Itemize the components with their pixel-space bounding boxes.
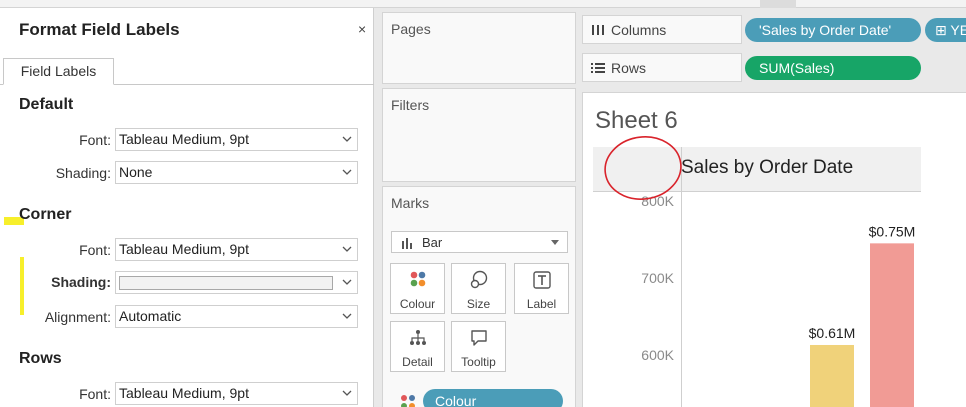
tooltip-bubble-icon xyxy=(471,330,487,346)
marks-size-button[interactable]: Size xyxy=(451,263,506,314)
chevron-down-icon xyxy=(342,313,352,319)
label-button-label: Label xyxy=(526,297,557,311)
filters-card-title: Filters xyxy=(391,97,430,113)
corner-font-dropdown[interactable]: Tableau Medium, 9pt xyxy=(115,238,358,261)
detail-button-label: Detail xyxy=(402,355,433,369)
default-shading-label: Shading: xyxy=(55,165,111,181)
corner-alignment-dropdown[interactable]: Automatic xyxy=(115,305,358,328)
columns-shelf-label: Columns xyxy=(611,22,667,38)
text-label-icon xyxy=(533,271,551,289)
pages-card[interactable]: Pages xyxy=(382,12,576,84)
marks-label-button[interactable]: Label xyxy=(514,263,569,314)
pane-title: Format Field Labels xyxy=(19,20,180,39)
columns-shelf: Columns xyxy=(582,15,742,44)
section-heading-rows: Rows xyxy=(19,350,62,367)
marks-tooltip-button[interactable]: Tooltip xyxy=(451,321,506,372)
rows-icon xyxy=(591,63,605,73)
size-circles-icon xyxy=(470,270,488,289)
worksheet-view: Sheet 6 Sales by Order Date 600K 700K 800K… xyxy=(582,92,966,407)
chevron-down-icon xyxy=(342,390,352,396)
bar-value-label: $0.75M xyxy=(869,223,916,239)
default-font-label: Font: xyxy=(79,132,111,148)
colour-field-pill[interactable]: Colour xyxy=(423,389,563,407)
colour-dots-icon xyxy=(410,271,426,287)
corner-font-value: Tableau Medium, 9pt xyxy=(119,241,249,257)
rows-font-dropdown[interactable]: Tableau Medium, 9pt xyxy=(115,382,358,405)
columns-pill-sales-by-order-date[interactable]: 'Sales by Order Date' xyxy=(745,18,921,42)
rows-font-label: Font: xyxy=(79,386,111,402)
colour-dots-icon xyxy=(401,395,415,407)
rows-font-value: Tableau Medium, 9pt xyxy=(119,385,249,401)
default-shading-dropdown[interactable]: None xyxy=(115,161,358,184)
top-toolbar-strip xyxy=(0,0,966,8)
bar[interactable] xyxy=(870,243,914,407)
corner-font-label: Font: xyxy=(79,242,111,258)
chevron-down-icon xyxy=(342,246,352,252)
pages-card-title: Pages xyxy=(391,21,431,37)
shading-color-swatch xyxy=(119,276,333,290)
rows-shelf-label: Rows xyxy=(611,60,647,76)
default-shading-value: None xyxy=(119,164,153,180)
caret-down-icon xyxy=(551,240,559,245)
filters-card[interactable]: Filters xyxy=(382,88,576,182)
section-heading-default: Default xyxy=(19,96,74,113)
chevron-down-icon xyxy=(342,136,352,142)
bar[interactable] xyxy=(810,344,854,407)
corner-alignment-value: Automatic xyxy=(119,308,182,324)
tooltip-button-label: Tooltip xyxy=(461,355,496,369)
expand-plus-icon: ⊞ xyxy=(935,22,951,38)
corner-alignment-label: Alignment: xyxy=(44,309,111,325)
detail-hierarchy-icon xyxy=(410,330,426,345)
default-font-dropdown[interactable]: Tableau Medium, 9pt xyxy=(115,128,358,151)
year-pill-label: YE xyxy=(950,22,966,38)
marks-detail-button[interactable]: Detail xyxy=(390,321,445,372)
mark-type-value: Bar xyxy=(422,235,443,250)
chevron-down-icon xyxy=(342,169,352,175)
default-font-value: Tableau Medium, 9pt xyxy=(119,131,249,147)
columns-pill-year[interactable]: ⊞ YE xyxy=(925,18,966,42)
toolbar-tab[interactable] xyxy=(760,0,796,8)
section-heading-corner: Corner xyxy=(19,206,72,223)
close-icon[interactable]: × xyxy=(358,21,366,37)
y-tick-label: 700K xyxy=(641,270,674,286)
columns-icon xyxy=(592,25,604,35)
y-tick-label: 600K xyxy=(641,347,674,363)
marks-card: Marks Bar Colour Size Label Detail Toolt… xyxy=(382,186,576,407)
rows-shelf: Rows xyxy=(582,53,742,82)
marks-colour-button[interactable]: Colour xyxy=(390,263,445,314)
format-field-labels-pane: Format Field Labels × Field Labels Defau… xyxy=(0,8,374,407)
tab-field-labels[interactable]: Field Labels xyxy=(3,58,114,85)
size-button-label: Size xyxy=(466,297,491,311)
colour-button-label: Colour xyxy=(399,297,436,311)
rows-pill-sum-sales[interactable]: SUM(Sales) xyxy=(745,56,921,80)
chevron-down-icon xyxy=(342,279,352,285)
corner-shading-label: Shading: xyxy=(51,274,111,290)
corner-shading-dropdown[interactable] xyxy=(115,271,358,294)
marks-card-title: Marks xyxy=(391,195,430,211)
bar-chart-icon xyxy=(402,238,412,249)
mark-type-dropdown[interactable]: Bar xyxy=(391,231,568,253)
bar-chart: 600K700K800K$0.61M$0.75M xyxy=(604,136,916,407)
bar-value-label: $0.61M xyxy=(809,325,856,341)
